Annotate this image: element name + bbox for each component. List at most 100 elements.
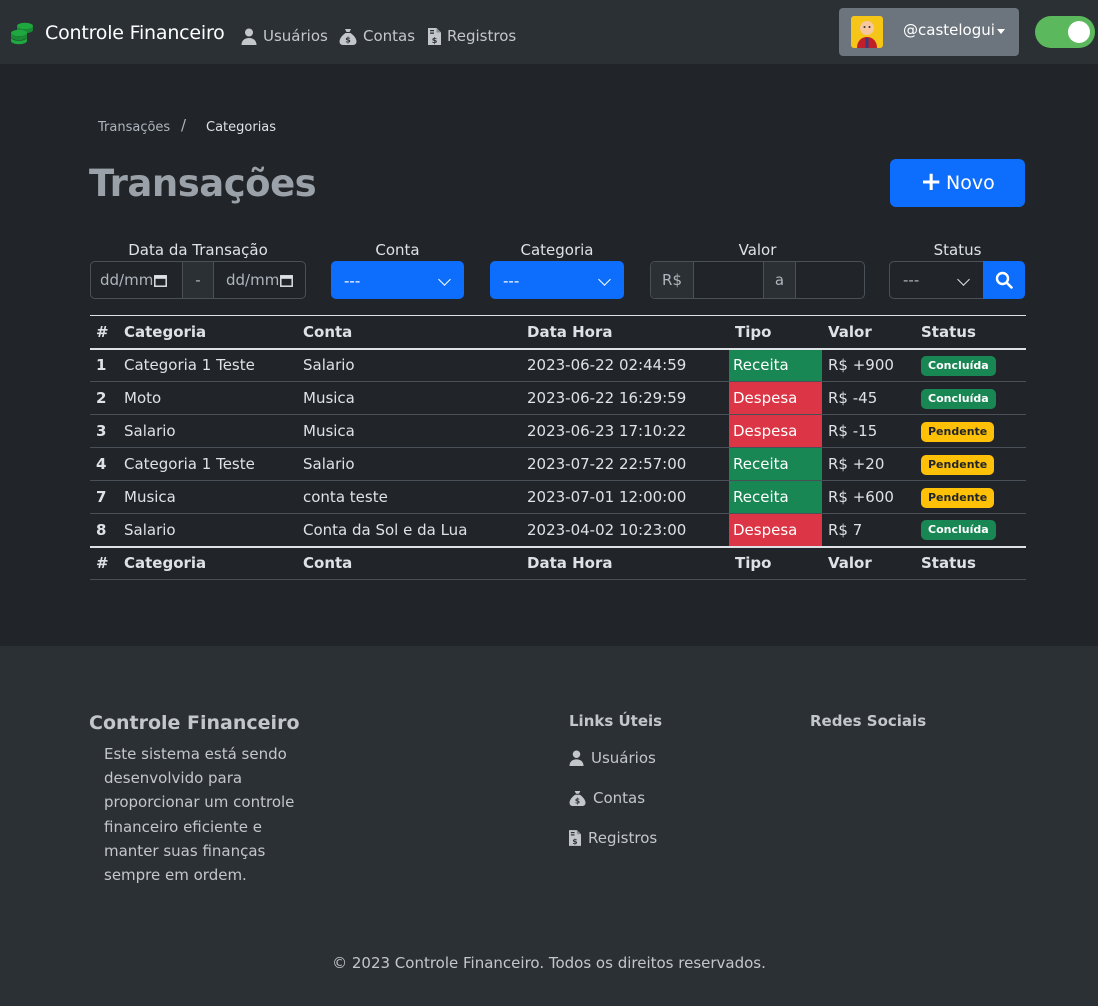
calendar-icon xyxy=(154,274,168,287)
row-tipo: Receita xyxy=(729,348,822,382)
table-row: 4 Categoria 1 Teste Salario 2023-07-22 22:5… xyxy=(90,447,1026,481)
toggle-knob xyxy=(1068,21,1090,43)
col-footer-tipo: Tipo xyxy=(735,554,772,573)
file-invoice-dollar-icon: $ xyxy=(428,27,441,45)
col-footer-status: Status xyxy=(921,554,976,573)
valor-filter-label: Valor xyxy=(738,241,777,259)
row-valor: R$ -45 xyxy=(828,389,878,407)
col-header-categoria: Categoria xyxy=(124,322,207,341)
breadcrumb-item-transacoes[interactable]: Transações xyxy=(98,120,170,135)
row-valor: R$ -15 xyxy=(828,422,878,440)
row-categoria: Salario xyxy=(124,422,176,440)
user-menu-button[interactable]: @castelogui xyxy=(839,8,1019,56)
status-select[interactable]: --- xyxy=(889,261,985,299)
categoria-select[interactable]: --- xyxy=(490,261,624,299)
theme-toggle[interactable] xyxy=(1035,16,1095,48)
row-categoria: Salario xyxy=(124,520,176,539)
footer-link-label: Contas xyxy=(593,789,646,807)
new-button[interactable]: + Novo xyxy=(890,159,1025,207)
table-row: 1 Categoria 1 Teste Salario 2023-06-22 02:4… xyxy=(90,348,1026,382)
col-footer-conta: Conta xyxy=(303,554,353,573)
footer-link-registros[interactable]: $ Registros xyxy=(569,829,657,847)
valor-range-separator: a xyxy=(763,262,796,298)
transactions-table: # Categoria Conta Data Hora Tipo Valor S… xyxy=(90,315,1026,580)
svg-text:$: $ xyxy=(572,837,577,846)
footer-links-heading: Links Úteis xyxy=(569,712,663,730)
search-button[interactable] xyxy=(983,261,1025,299)
row-status-cell: Pendente xyxy=(915,481,1026,514)
table-row: 8 Salario Conta da Sol e da Lua 2023-04-02 … xyxy=(90,513,1026,547)
breadcrumb-item-categorias[interactable]: Categorias xyxy=(206,120,276,135)
footer: Controle Financeiro Este sistema está se… xyxy=(0,646,1098,1006)
chevron-down-icon xyxy=(438,273,451,286)
table-row: 7 Musica conta teste 2023-07-01 12:00:00 Rec… xyxy=(90,480,1026,514)
navbar: Controle Financeiro Usuários $ Contas $ … xyxy=(0,0,1098,64)
conta-select-value: --- xyxy=(344,272,361,290)
row-tipo: Receita xyxy=(729,447,822,481)
brand-name: Controle Financeiro xyxy=(45,22,225,44)
row-tipo: Despesa xyxy=(729,414,822,448)
coins-stack-icon xyxy=(11,22,33,45)
valor-separator-text: a xyxy=(774,271,785,289)
date-to-placeholder: dd/mm xyxy=(226,271,280,289)
row-data-hora: 2023-06-22 02:44:59 xyxy=(527,356,687,375)
date-from-placeholder: dd/mm xyxy=(100,271,154,289)
valor-range-group: R$ a xyxy=(650,261,865,299)
nav-link-usuarios[interactable]: Usuários xyxy=(241,24,328,48)
nav-link-contas[interactable]: $ Contas xyxy=(339,24,415,48)
row-valor: R$ +900 xyxy=(828,356,894,375)
valor-max-input[interactable] xyxy=(796,262,864,298)
row-id: 4 xyxy=(96,455,107,473)
new-button-label: Novo xyxy=(946,172,995,194)
valor-min-input[interactable] xyxy=(694,262,763,298)
user-icon xyxy=(569,750,584,766)
conta-select[interactable]: --- xyxy=(331,261,464,299)
brand[interactable]: Controle Financeiro xyxy=(10,20,225,46)
money-bag-icon: $ xyxy=(339,28,357,45)
conta-filter-label: Conta xyxy=(375,241,420,259)
col-footer-categoria: Categoria xyxy=(124,554,207,573)
row-status-cell: Pendente xyxy=(915,448,1026,481)
status-filter-label: Status xyxy=(933,241,982,259)
calendar-icon xyxy=(280,274,294,287)
svg-text:$: $ xyxy=(345,35,351,44)
breadcrumb-separator: / xyxy=(181,116,187,134)
row-id: 2 xyxy=(96,389,107,407)
nav-link-registros[interactable]: $ Registros xyxy=(428,24,516,48)
row-data-hora: 2023-07-01 12:00:00 xyxy=(527,488,687,506)
row-valor: R$ 7 xyxy=(828,520,863,539)
row-valor: R$ +600 xyxy=(828,488,894,506)
status-badge: Pendente xyxy=(921,421,995,442)
row-tipo: Despesa xyxy=(729,513,822,547)
row-status-cell: Concluída xyxy=(915,349,1026,382)
status-badge: Pendente xyxy=(921,487,995,508)
status-badge: Concluída xyxy=(921,520,996,541)
col-footer-valor: Valor xyxy=(828,554,872,573)
date-from-input[interactable]: dd/mm xyxy=(91,262,182,298)
status-badge: Concluída xyxy=(921,388,996,409)
footer-title: Controle Financeiro xyxy=(89,712,300,734)
row-id: 7 xyxy=(96,488,107,506)
footer-social-heading: Redes Sociais xyxy=(810,712,927,730)
row-conta: Salario xyxy=(303,455,355,473)
footer-link-contas[interactable]: $ Contas xyxy=(569,789,645,807)
page-title: Transações xyxy=(89,162,317,205)
nav-link-label: Registros xyxy=(447,27,517,45)
status-badge: Concluída xyxy=(921,355,996,376)
row-data-hora: 2023-06-23 17:10:22 xyxy=(527,422,687,440)
row-valor: R$ +20 xyxy=(828,455,885,473)
row-id: 8 xyxy=(96,520,107,539)
plus-icon: + xyxy=(920,166,943,197)
chevron-down-icon xyxy=(598,273,611,286)
avatar xyxy=(851,16,883,48)
date-to-input[interactable]: dd/mm xyxy=(214,262,305,298)
nav-link-label: Usuários xyxy=(263,27,328,45)
col-header-status: Status xyxy=(921,322,976,341)
col-header-data-hora: Data Hora xyxy=(527,322,613,341)
table-footer-row: # Categoria Conta Data Hora Tipo Valor S… xyxy=(90,547,1026,580)
footer-link-usuarios[interactable]: Usuários xyxy=(569,749,656,767)
row-categoria: Categoria 1 Teste xyxy=(124,455,255,473)
valor-prefix-text: R$ xyxy=(662,271,682,289)
row-categoria: Musica xyxy=(124,488,176,506)
row-conta: Musica xyxy=(303,389,355,407)
